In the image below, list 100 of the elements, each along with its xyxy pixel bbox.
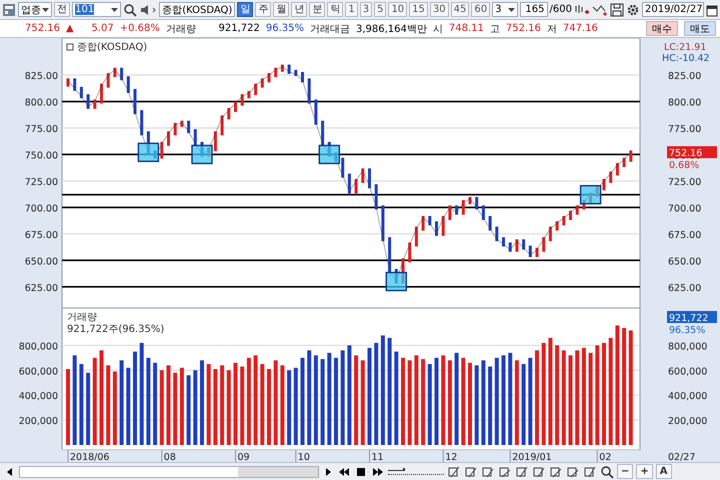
chart-tool-icon[interactable] <box>549 464 563 478</box>
chart-tool-icon[interactable] <box>583 464 597 478</box>
period-tab[interactable]: 년 <box>291 2 308 17</box>
chart-tool-icon[interactable] <box>447 464 461 478</box>
date-field[interactable]: 2019/02/27 <box>642 2 704 17</box>
chart-tool-icon[interactable] <box>515 464 529 478</box>
mode-button[interactable]: 전 <box>54 2 70 17</box>
candlestick <box>160 142 164 159</box>
toolbar-button[interactable]: + <box>636 464 653 479</box>
axis-label: 400,000 <box>668 391 708 402</box>
candlestick <box>368 168 371 188</box>
grid-icon[interactable] <box>2 2 16 16</box>
toolbar-button[interactable]: A <box>656 464 672 479</box>
lc-value: LC:21.91 <box>664 42 706 53</box>
candlestick <box>234 102 237 112</box>
candlestick <box>80 86 83 98</box>
open-label: 시 <box>432 22 443 36</box>
highlight-box <box>191 144 213 164</box>
volume-bar <box>186 375 191 445</box>
candlestick <box>354 178 358 194</box>
market-select[interactable]: 업종 <box>18 2 52 17</box>
candlestick <box>448 205 452 220</box>
candlestick <box>388 237 392 273</box>
axis-label: 650.00 <box>24 256 58 268</box>
candlestick <box>374 184 378 210</box>
count-field[interactable]: 165 <box>520 2 548 17</box>
trend-line-icon[interactable] <box>592 2 608 16</box>
date-label: 02 <box>599 452 612 462</box>
axis-label: 775.00 <box>668 124 702 135</box>
candlestick <box>187 120 190 134</box>
speaker-icon[interactable] <box>139 2 158 16</box>
zoom-slider[interactable] <box>388 468 444 475</box>
axis-label: 700.00 <box>24 203 58 214</box>
candlestick <box>381 205 384 242</box>
candlestick <box>180 120 184 127</box>
chart-legend: 종합(KOSDAQ) <box>77 42 148 53</box>
period-tab[interactable]: 틱 <box>327 2 344 17</box>
axis-label: 600,000 <box>18 366 58 378</box>
search-icon[interactable] <box>600 464 614 478</box>
sell-button[interactable]: 매도 <box>684 21 716 36</box>
add-indicator-icon[interactable] <box>574 2 590 16</box>
interval-button[interactable]: 5 <box>374 2 386 17</box>
hc-value: HC:-10.42 <box>662 53 710 64</box>
scroll-bar[interactable] <box>19 466 319 478</box>
period-tab[interactable]: 주 <box>255 2 272 17</box>
candlestick <box>73 78 76 91</box>
candlestick <box>609 172 612 183</box>
calendar-icon[interactable] <box>706 2 718 16</box>
chart-tool-icon[interactable] <box>498 464 512 478</box>
code-field[interactable]: 101 <box>72 2 122 17</box>
interval-button[interactable]: 45 <box>450 2 470 17</box>
interval-button[interactable]: 30 <box>430 2 449 17</box>
volume-ratio: 96.35% <box>266 23 304 34</box>
toolbar-button[interactable]: − <box>617 464 634 479</box>
period-tab[interactable]: 월 <box>273 2 290 17</box>
candlestick <box>126 76 130 93</box>
axis-label: 800.00 <box>668 98 702 109</box>
axis-label: 650.00 <box>668 256 702 268</box>
date-label: 09 <box>238 452 250 462</box>
axis-label: 600,000 <box>668 366 708 378</box>
date-label: 10 <box>298 452 310 462</box>
interval-button[interactable]: 3 <box>360 2 372 17</box>
chart-tool-icon[interactable] <box>481 464 495 478</box>
axis-label: 675.00 <box>668 230 702 241</box>
buy-button[interactable]: 매수 <box>646 21 678 36</box>
candlestick <box>435 221 438 236</box>
chart-tool-icon[interactable] <box>532 464 546 478</box>
settings-icon[interactable] <box>626 2 640 16</box>
candlestick <box>536 248 538 258</box>
save-icon[interactable] <box>610 2 624 16</box>
candlestick <box>140 110 144 136</box>
candlestick <box>528 246 532 258</box>
axis-label: 750.00 <box>24 150 58 162</box>
axis-label: 800.00 <box>24 98 58 109</box>
candlestick <box>522 239 526 250</box>
candlestick <box>167 131 170 146</box>
name-field[interactable]: 종합(KOSDAQ) <box>159 2 236 17</box>
candlestick <box>174 122 177 136</box>
chart-tool-icon[interactable] <box>566 464 580 478</box>
axis-label: 725.00 <box>24 176 58 188</box>
volume-label: 거래량 <box>166 22 196 36</box>
volume-value: 921,722 <box>218 23 260 34</box>
scroll-thumb[interactable] <box>238 466 318 476</box>
interval-button[interactable]: 10 <box>388 2 408 17</box>
axis-label: 825.00 <box>24 71 58 82</box>
count-select[interactable]: 3 <box>492 2 518 17</box>
volume-legend: 921,722주(96.35%) <box>67 324 164 335</box>
interval-button[interactable]: 60 <box>471 2 490 17</box>
price-change: 5.07 <box>90 23 114 34</box>
search-icon[interactable] <box>123 2 138 16</box>
interval-button[interactable]: 15 <box>409 2 428 17</box>
chart-tool-icon[interactable] <box>464 464 478 478</box>
date-label: 2018/06 <box>70 452 110 462</box>
candlestick <box>308 78 311 104</box>
candlestick <box>408 242 412 262</box>
interval-button[interactable]: 1 <box>345 2 358 17</box>
volume-title: 거래량 <box>67 312 97 323</box>
period-tab[interactable]: 분 <box>309 2 326 17</box>
period-tab[interactable]: 일 <box>237 2 254 17</box>
volume-badge-ratio: 96.35% <box>669 325 706 336</box>
